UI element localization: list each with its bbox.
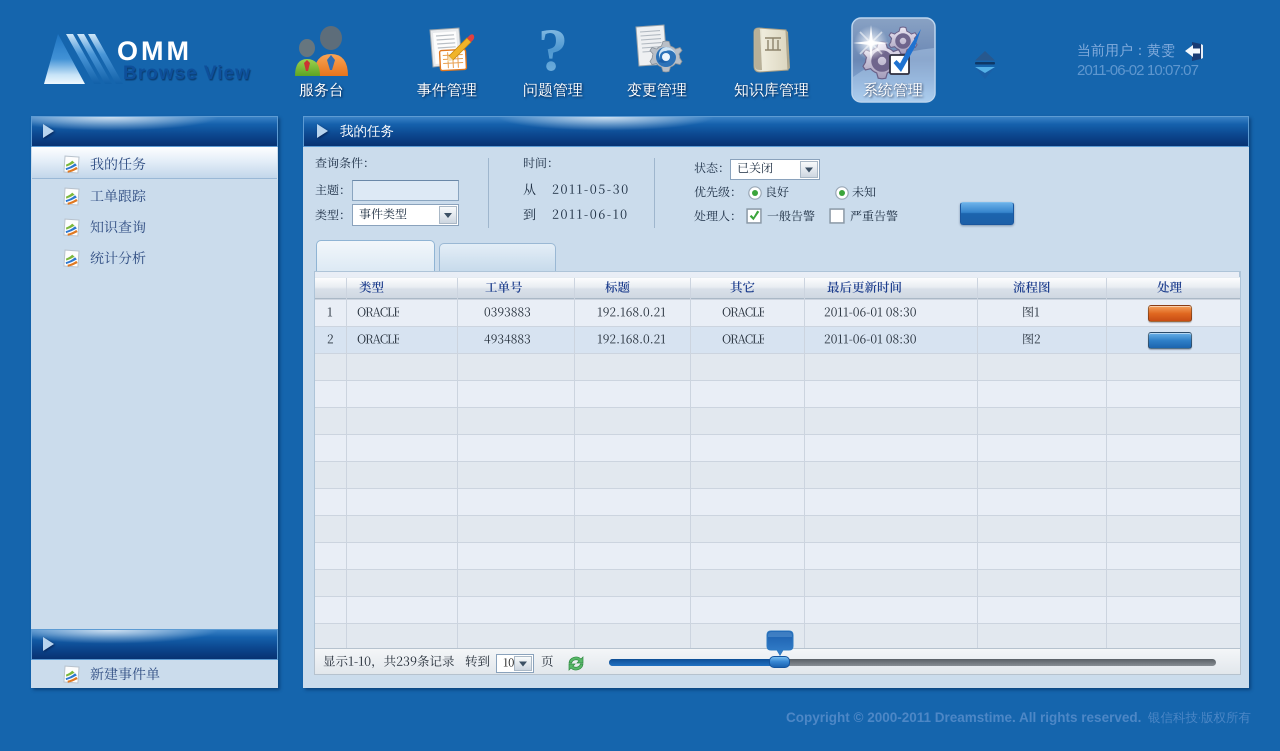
svg-text:?: ? xyxy=(538,26,568,78)
